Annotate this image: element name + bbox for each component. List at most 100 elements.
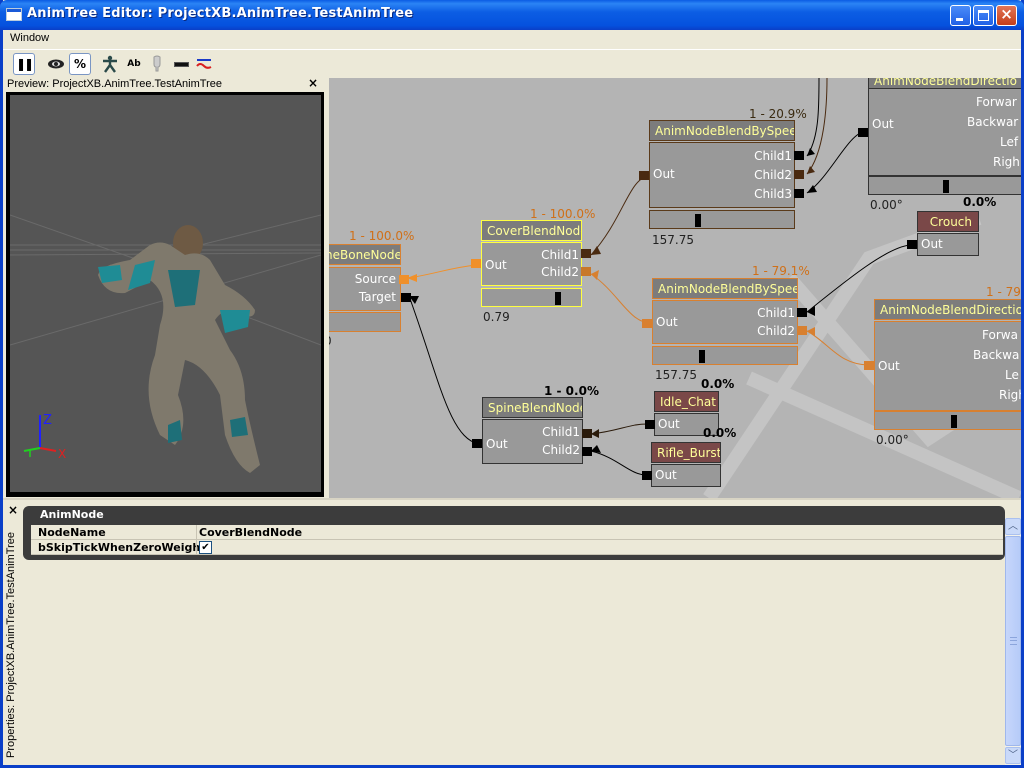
node-body: Source Target: [329, 267, 401, 311]
port-out-connector[interactable]: [858, 128, 868, 137]
port-child2-label: Child2: [757, 324, 795, 338]
port-child3-connector[interactable]: [794, 189, 804, 198]
properties-close-icon[interactable]: ×: [8, 503, 18, 517]
show-percent-button[interactable]: %: [69, 53, 91, 75]
scroll-thumb[interactable]: [1005, 536, 1021, 746]
properties-panel-title: Properties: ProjectXB.AnimTree.TestAnimT…: [5, 532, 17, 758]
toolbar: ❚❚ % Ab: [3, 49, 1021, 76]
port-child1-connector[interactable]: [581, 249, 591, 258]
node-value: 0.79: [483, 310, 510, 324]
property-row-bskiptick[interactable]: bSkipTickWhenZeroWeight ✔: [31, 540, 1003, 555]
port-out-connector[interactable]: [645, 420, 655, 429]
axes-gizmo: Z X: [23, 413, 66, 461]
preview-close-icon[interactable]: ×: [308, 76, 318, 90]
blend-slider-handle[interactable]: [951, 415, 957, 428]
floor-button[interactable]: [170, 53, 192, 75]
node-body: Out: [917, 233, 979, 256]
maximize-button[interactable]: [973, 5, 994, 26]
node-value: 157.75: [652, 233, 694, 247]
node-blend-bar[interactable]: [868, 176, 1021, 195]
node-body: Out Forwa Backwa Le Righ: [874, 321, 1021, 411]
port-out-connector[interactable]: [471, 259, 481, 268]
blend-slider-handle[interactable]: [699, 350, 705, 363]
maximize-icon: [978, 10, 989, 21]
port-out-connector[interactable]: [472, 439, 482, 448]
port-forward-label: Forwar: [976, 95, 1017, 109]
wire-rifle-to-child2: [590, 450, 648, 476]
node-blend-bar[interactable]: [649, 210, 795, 229]
port-child3-label: Child3: [754, 187, 792, 201]
minimize-button[interactable]: [950, 5, 971, 26]
port-out-connector[interactable]: [642, 319, 652, 328]
skeleton-button[interactable]: [99, 53, 121, 75]
port-out-label: Out: [486, 437, 508, 451]
wire-speed1-to-child1: [590, 175, 650, 256]
node-weight: 1 - 0.0%: [544, 384, 599, 398]
port-out-label: Out: [878, 359, 900, 373]
property-value-nodename[interactable]: CoverBlendNode: [199, 526, 302, 539]
pause-button[interactable]: ❚❚: [13, 53, 35, 75]
curve-icon: [196, 59, 212, 69]
text-names-icon: Ab: [127, 59, 141, 69]
node-blend-bar[interactable]: [481, 288, 582, 307]
wire-idle-to-child1: [590, 423, 648, 435]
port-child2-connector[interactable]: [797, 326, 807, 335]
port-out-connector[interactable]: [907, 240, 917, 249]
node-body: Out: [651, 464, 721, 487]
menu-window[interactable]: Window: [10, 32, 49, 44]
node-blend-bar[interactable]: [652, 346, 798, 365]
blend-slider-handle[interactable]: [555, 292, 561, 305]
app-icon: [6, 8, 22, 21]
properties-sidebar: × Properties: ProjectXB.AnimTree.TestAni…: [3, 500, 21, 765]
preview-viewport[interactable]: Z X: [6, 92, 324, 497]
node-blend-bar[interactable]: [874, 411, 1021, 430]
scroll-up-button[interactable]: ︿: [1005, 518, 1021, 535]
bone-button[interactable]: [146, 53, 168, 75]
axis-x-label: X: [58, 447, 66, 461]
blend-slider-handle[interactable]: [695, 214, 701, 227]
port-out-connector[interactable]: [639, 171, 649, 180]
character-model: [98, 225, 260, 473]
node-weight: 1 - 100.0%: [349, 229, 415, 243]
properties-scrollbar[interactable]: ︿ ﹀: [1005, 518, 1021, 765]
port-out-label: Out: [653, 167, 675, 181]
anim-tree-graph-canvas[interactable]: 1 - 100.0% neBoneNode Source Target 0 1 …: [329, 78, 1021, 498]
port-out-label: Out: [656, 315, 678, 329]
close-button[interactable]: ×: [996, 5, 1017, 26]
show-preview-button[interactable]: [45, 53, 67, 75]
wire-speed2-to-child2: [590, 273, 652, 324]
port-target-connector[interactable]: [401, 293, 411, 302]
show-names-button[interactable]: Ab: [123, 53, 145, 75]
window-title: AnimTree Editor: ProjectXB.AnimTree.Test…: [27, 6, 414, 21]
node-body: Out Child1 Child2: [481, 242, 582, 286]
node-title: SpineBlendNode: [482, 397, 583, 418]
port-left-label: Lef: [1000, 135, 1019, 149]
port-child2-label: Child2: [541, 265, 579, 279]
port-child2-connector[interactable]: [794, 170, 804, 179]
curves-button[interactable]: [193, 53, 215, 75]
property-name: bSkipTickWhenZeroWeight: [38, 541, 206, 554]
axis-z-label: Z: [43, 413, 52, 428]
blend-slider-handle[interactable]: [943, 180, 949, 193]
scene-render: Z X: [10, 214, 321, 473]
node-title: Crouch: [917, 211, 979, 232]
port-out-connector[interactable]: [864, 361, 874, 370]
node-body: Out Forwar Backwar Lef Righ: [868, 88, 1021, 176]
property-row-nodename[interactable]: NodeName CoverBlendNode: [31, 525, 1003, 540]
bskiptick-checkbox[interactable]: ✔: [199, 541, 212, 554]
port-child1-connector[interactable]: [582, 429, 592, 438]
port-child1-connector[interactable]: [797, 308, 807, 317]
property-category-animnode[interactable]: AnimNode: [40, 508, 104, 521]
eye-icon: [48, 59, 64, 69]
node-body: Out Child1 Child2: [652, 300, 798, 344]
port-child1-connector[interactable]: [794, 151, 804, 160]
preview-3d-scene[interactable]: Z X: [10, 95, 321, 492]
port-child2-connector[interactable]: [582, 447, 592, 456]
node-blend-bar[interactable]: [329, 312, 401, 332]
port-source-connector[interactable]: [399, 275, 409, 284]
scroll-down-button[interactable]: ﹀: [1005, 747, 1021, 764]
node-value: 0: [329, 334, 332, 348]
port-out-connector[interactable]: [642, 471, 652, 480]
port-child2-connector[interactable]: [581, 267, 591, 276]
title-bar[interactable]: AnimTree Editor: ProjectXB.AnimTree.Test…: [0, 0, 1024, 30]
